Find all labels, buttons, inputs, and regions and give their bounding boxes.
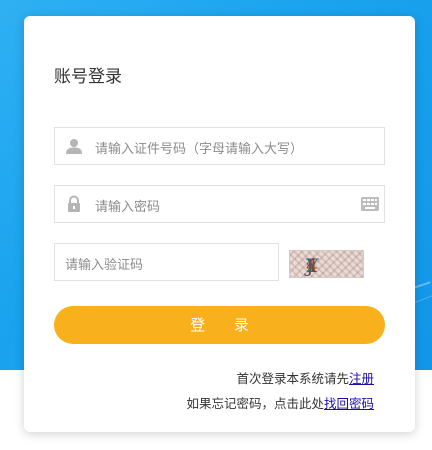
register-link[interactable]: 注册	[349, 371, 374, 386]
login-card: 账号登录 请输入证件号码（字母请输入大写） 请输入密码 请输入验证码 J Y z…	[24, 16, 415, 432]
user-icon	[66, 139, 82, 154]
recover-password-link[interactable]: 找回密码	[324, 396, 374, 411]
captcha-input[interactable]: 请输入验证码	[54, 243, 279, 281]
captcha-image[interactable]: JYz4	[289, 250, 364, 278]
keyboard-icon[interactable]	[361, 197, 379, 211]
forgot-text: 如果忘记密码，点击此处	[186, 396, 324, 411]
password-field[interactable]: 请输入密码	[54, 185, 385, 223]
username-field[interactable]: 请输入证件号码（字母请输入大写）	[54, 127, 385, 165]
first-login-note: 首次登录本系统请先注册	[236, 368, 374, 387]
captcha-char: 4	[306, 255, 320, 277]
forgot-password-note: 如果忘记密码，点击此处找回密码	[186, 393, 374, 412]
captcha-placeholder: 请输入验证码	[65, 258, 144, 273]
password-placeholder: 请输入密码	[95, 200, 161, 215]
username-placeholder: 请输入证件号码（字母请输入大写）	[95, 142, 304, 157]
page-title: 账号登录	[54, 67, 122, 87]
login-button[interactable]: 登 录	[54, 306, 385, 344]
first-login-text: 首次登录本系统请先	[236, 371, 349, 386]
lock-icon	[68, 195, 80, 212]
